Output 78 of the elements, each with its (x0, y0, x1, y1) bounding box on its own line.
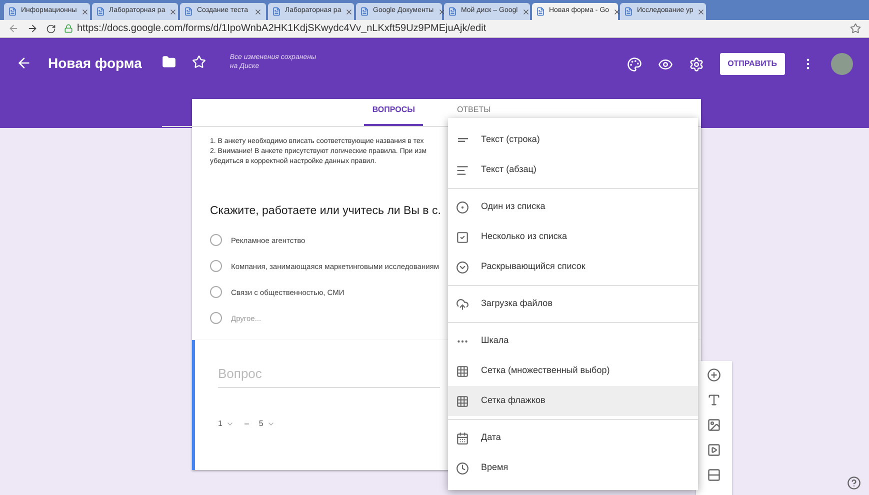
calendar-icon (456, 432, 469, 444)
menu-item-label: Шкала (481, 334, 509, 348)
tab-favicon-icon (272, 7, 281, 16)
scale-min[interactable]: 1 (218, 418, 234, 430)
menu-item[interactable]: Шкала (448, 326, 698, 356)
checkbox-icon (456, 230, 469, 244)
tab-favicon-icon (448, 7, 457, 16)
menu-item-label: Загрузка файлов (481, 297, 552, 310)
menu-item[interactable]: Текст (строка) (448, 125, 698, 155)
close-icon[interactable] (438, 8, 446, 16)
question-title: Скажите, работаете или учитесь ли Вы в с. (210, 204, 441, 219)
lock-icon (64, 24, 73, 33)
grid-icon (456, 364, 469, 378)
radio-button[interactable] (210, 312, 222, 324)
form-tab[interactable]: ВОПРОСЫ (364, 104, 423, 126)
palette-icon[interactable] (626, 56, 642, 72)
menu-item[interactable]: Сетка (множественный выбор) (448, 356, 698, 386)
question-input[interactable]: Вопрос (218, 364, 440, 388)
tab-favicon-icon (536, 7, 545, 16)
tab-favicon-icon (360, 7, 369, 16)
menu-item-label: Сетка (множественный выбор) (481, 364, 610, 378)
bookmark-star-icon[interactable] (850, 23, 861, 34)
radio-button[interactable] (210, 286, 222, 298)
cloud-upload-icon (456, 298, 469, 310)
close-icon[interactable] (80, 8, 89, 16)
back-icon[interactable] (16, 55, 32, 71)
folder-icon[interactable] (162, 55, 176, 69)
menu-item-label: Несколько из списка (481, 230, 568, 244)
url-text[interactable]: https://docs.google.com/forms/d/1IpoWnbA2HK1KdjSKwydc4Vv_nLKxft59Uz9PMEjuAjk/edit (77, 21, 486, 36)
reload-icon[interactable] (46, 24, 56, 34)
preview-eye-icon[interactable] (658, 56, 673, 72)
menu-item-label: Сетка флажков (481, 394, 546, 408)
scale-dash: – (244, 418, 249, 430)
section-icon[interactable] (707, 468, 721, 482)
title-text-icon[interactable] (707, 393, 721, 407)
help-icon[interactable] (847, 476, 861, 490)
short-lines-icon (458, 138, 468, 142)
grid-icon (456, 394, 469, 408)
menu-item-label: Один из списка (481, 200, 546, 214)
menu-item[interactable]: Время (448, 453, 698, 483)
close-icon[interactable] (345, 8, 354, 16)
menu-item-label: Текст (строка) (481, 133, 540, 146)
menu-item-label: Дата (481, 431, 501, 444)
form-title: Новая форма (48, 54, 142, 73)
dropdown-icon (456, 260, 469, 274)
menu-item[interactable]: Загрузка файлов (448, 289, 698, 319)
tab-favicon-icon (96, 7, 105, 16)
close-icon[interactable] (697, 8, 706, 16)
forward-icon[interactable] (27, 23, 38, 34)
close-icon[interactable] (522, 8, 530, 16)
star-icon[interactable] (192, 55, 206, 69)
menu-item-label: Раскрывающийся список (481, 260, 586, 274)
settings-icon[interactable] (688, 56, 704, 72)
menu-item-label: Время (481, 461, 508, 474)
clock-icon (456, 462, 469, 474)
radio-icon (456, 200, 469, 214)
add-question-icon[interactable] (707, 368, 721, 382)
menu-item[interactable]: Один из списка (448, 192, 698, 222)
scale-max[interactable]: 5 (258, 418, 276, 430)
menu-item[interactable]: Раскрывающийся список (448, 252, 698, 282)
video-icon[interactable] (707, 443, 721, 457)
menu-item[interactable]: Дата (448, 423, 698, 453)
close-icon[interactable] (169, 8, 178, 16)
lines-icon (456, 164, 469, 176)
radio-button[interactable] (210, 234, 222, 246)
menu-item[interactable]: Несколько из списка (448, 222, 698, 252)
close-icon[interactable] (613, 8, 622, 16)
close-icon[interactable] (254, 8, 262, 16)
send-button[interactable]: ОТПРАВИТЬ (720, 52, 785, 74)
menu-item[interactable]: Текст (абзац) (448, 155, 698, 185)
menu-item[interactable]: Сетка флажков (448, 386, 698, 416)
tab-favicon-icon (8, 7, 17, 16)
tab-favicon-icon (184, 7, 193, 16)
avatar[interactable] (831, 53, 853, 75)
image-icon[interactable] (707, 418, 721, 432)
tab-favicon-icon (624, 7, 633, 16)
radio-button[interactable] (210, 260, 222, 272)
menu-item-label: Текст (абзац) (481, 163, 536, 176)
